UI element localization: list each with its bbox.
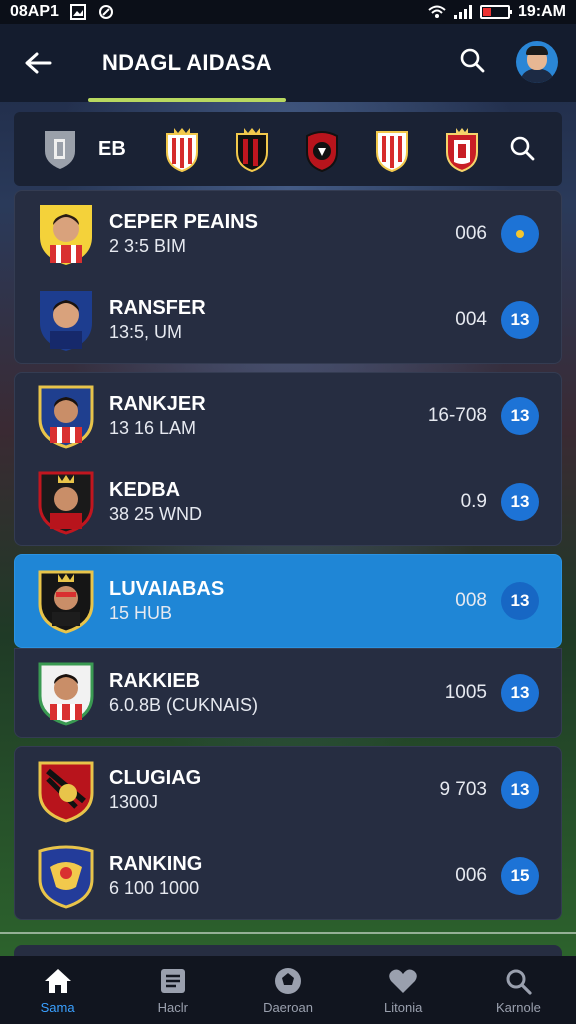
search-icon <box>460 48 485 73</box>
item-value: 16-708 <box>427 405 487 426</box>
player-badge-icon <box>35 286 97 354</box>
nav-item-ball[interactable]: Daeroan <box>230 956 345 1024</box>
list-item[interactable]: RAKKIEB 6.0.8B (CUKNAIS) 1005 13 <box>15 649 561 737</box>
group-card: RAKKIEB 6.0.8B (CUKNAIS) 1005 13 <box>14 648 562 738</box>
count-badge[interactable]: 13 <box>501 771 539 809</box>
count-badge[interactable]: 13 <box>501 397 539 435</box>
item-value: 006 <box>455 865 487 886</box>
list-item[interactable]: CEPER PEAINS 2 3:5 BIM 006 <box>15 191 561 277</box>
nav-item-favorites[interactable]: Litonia <box>346 956 461 1024</box>
player-badge-icon <box>35 200 97 268</box>
shield-logo-icon[interactable] <box>40 126 80 172</box>
bottom-nav: Sama Haclr Daeroan Litonia Karnole <box>0 956 576 1024</box>
count-badge[interactable]: 13 <box>501 674 539 712</box>
item-subtitle: 6.0.8B (CUKNAIS) <box>109 695 259 715</box>
club-crest-4-icon[interactable] <box>372 126 412 172</box>
item-name: RANSFER <box>109 297 206 319</box>
nav-label: Haclr <box>157 999 188 1015</box>
club-crest-5-icon[interactable] <box>442 126 482 172</box>
list-item-selected[interactable]: LUVAIABAS 15 HUB 008 13 <box>15 555 561 647</box>
count-badge[interactable]: 15 <box>501 857 539 895</box>
search-icon <box>510 136 535 161</box>
filter-search-button[interactable] <box>504 130 540 166</box>
item-subtitle: 6 100 1000 <box>109 878 200 898</box>
item-name: LUVAIABAS <box>109 578 225 600</box>
player-badge-icon <box>35 567 97 635</box>
item-name: RANKJER <box>109 393 206 415</box>
title-tab-indicator <box>88 98 286 102</box>
page-title: NDAGL AIDASA <box>102 50 272 75</box>
nav-label: Karnole <box>496 999 541 1015</box>
list-item[interactable]: RANSFER 13:5, UM 004 13 <box>15 277 561 363</box>
list-item[interactable]: KEDBA 38 25 WND 0.9 13 <box>15 459 561 545</box>
signal-icon <box>453 5 472 19</box>
list-item[interactable]: CLUGIAG 1300J 9 703 13 <box>15 747 561 833</box>
status-time-right: 19:AM <box>517 3 566 20</box>
home-icon <box>43 966 73 996</box>
item-subtitle: 13 16 LAM <box>109 418 197 438</box>
item-name: KEDBA <box>109 479 181 501</box>
selected-group-card: LUVAIABAS 15 HUB 008 13 <box>14 554 562 648</box>
nav-label: Daeroan <box>263 999 313 1015</box>
status-bar: 08AP1 19:AM <box>0 0 576 24</box>
item-value: 006 <box>455 223 487 244</box>
count-badge[interactable]: 13 <box>501 301 539 339</box>
item-value: 1005 <box>444 682 487 703</box>
image-icon <box>69 4 87 20</box>
item-value: 008 <box>455 590 487 611</box>
search-icon <box>503 966 533 996</box>
item-name: CEPER PEAINS <box>109 211 258 233</box>
item-value: 9 703 <box>439 779 487 800</box>
status-time-left: 08AP1 <box>10 3 59 20</box>
status-dot-badge[interactable] <box>501 215 539 253</box>
group-card: CLUGIAG 1300J 9 703 13 RANKING 6 100 100… <box>14 746 562 920</box>
list-item[interactable]: RANKJER 13 16 LAM 16-708 13 <box>15 373 561 459</box>
nav-item-search[interactable]: Karnole <box>461 956 576 1024</box>
app-header: NDAGL AIDASA <box>0 24 576 102</box>
item-subtitle: 2 3:5 BIM <box>109 236 187 256</box>
nav-label: Litonia <box>384 999 423 1015</box>
club-badge-icon <box>35 842 97 910</box>
nav-label: Sama <box>40 999 75 1015</box>
item-subtitle: 38 25 WND <box>109 504 203 524</box>
club-badge-icon <box>35 756 97 824</box>
item-subtitle: 13:5, UM <box>109 322 183 342</box>
soccer-ball-icon <box>273 966 303 996</box>
group-card: CEPER PEAINS 2 3:5 BIM 006 RANSFER 13:5,… <box>14 190 562 364</box>
filter-label[interactable]: EB <box>98 138 126 161</box>
list-item[interactable]: RANKING 6 100 1000 006 15 <box>15 833 561 919</box>
club-filter-bar: EB <box>14 112 562 186</box>
nav-item-document[interactable]: Haclr <box>115 956 230 1024</box>
arrow-left-icon <box>25 52 52 74</box>
count-badge[interactable]: 13 <box>501 582 539 620</box>
header-search-button[interactable] <box>452 40 492 80</box>
wifi-icon <box>428 4 446 20</box>
item-subtitle: 1300J <box>109 792 159 812</box>
item-name: RAKKIEB <box>109 670 201 692</box>
club-crest-2-icon[interactable] <box>232 126 272 172</box>
avatar[interactable] <box>516 41 558 83</box>
back-button[interactable] <box>14 39 62 87</box>
item-value: 0.9 <box>460 491 487 512</box>
count-badge[interactable]: 13 <box>501 483 539 521</box>
nav-item-home[interactable]: Sama <box>0 956 115 1024</box>
sync-icon <box>97 4 115 20</box>
player-badge-icon <box>35 468 97 536</box>
club-crest-1-icon[interactable] <box>162 126 202 172</box>
player-badge-icon <box>35 382 97 450</box>
item-value: 004 <box>455 309 487 330</box>
document-icon <box>158 966 188 996</box>
player-badge-icon <box>35 659 97 727</box>
item-subtitle: 15 HUB <box>109 603 173 623</box>
group-card: RANKJER 13 16 LAM 16-708 13 KEDBA 38 25 … <box>14 372 562 546</box>
battery-icon <box>479 5 512 19</box>
item-name: RANKING <box>109 853 203 875</box>
item-name: CLUGIAG <box>109 767 202 789</box>
heart-icon <box>388 966 418 996</box>
ranking-list: CEPER PEAINS 2 3:5 BIM 006 RANSFER 13:5,… <box>14 190 562 928</box>
club-crest-3-icon[interactable] <box>302 126 342 172</box>
